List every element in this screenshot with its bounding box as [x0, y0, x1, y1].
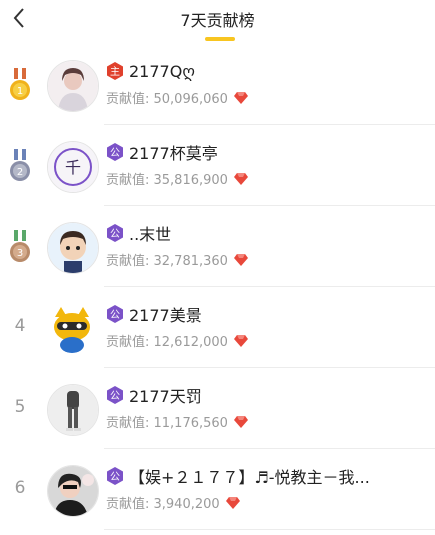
name-line: 主 2177Qღ — [106, 60, 195, 82]
gem-icon — [233, 91, 248, 104]
svg-text:千: 千 — [65, 158, 81, 177]
member-badge-icon: 公 — [107, 143, 123, 161]
gem-icon — [233, 334, 248, 347]
header: 7天贡献榜 — [0, 0, 435, 44]
svg-text:公: 公 — [110, 391, 120, 402]
contribution-value: 贡献值: 35,816,900 — [106, 173, 228, 188]
gem-icon — [233, 415, 248, 428]
member-badge-icon: 公 — [107, 467, 123, 485]
user-name: 【娱+２１７７】♬-悦教主－我... — [129, 468, 370, 487]
gem-icon — [225, 496, 240, 509]
name-line: 公 2177天罚 — [106, 384, 202, 406]
ranking-list: 1 主 2177Qღ 贡献值: 50,096,060 2 千 公 2177杯莫亭… — [0, 44, 435, 530]
svg-text:公: 公 — [110, 310, 120, 321]
avatar[interactable] — [47, 465, 99, 517]
contribution-value: 贡献值: 11,176,560 — [106, 416, 228, 431]
contribution-value: 贡献值: 32,781,360 — [106, 254, 228, 269]
contribution-value: 贡献值: 3,940,200 — [106, 497, 220, 512]
contribution-value: 贡献值: 12,612,000 — [106, 335, 228, 350]
avatar[interactable] — [47, 60, 99, 112]
rank-number: 5 — [14, 397, 26, 417]
list-item[interactable]: 5 公 2177天罚 贡献值: 11,176,560 — [0, 368, 435, 449]
rank-number: 4 — [14, 316, 26, 336]
member-badge-icon: 公 — [107, 386, 123, 404]
bronze-medal-icon: 3 — [10, 230, 30, 262]
contribution: 贡献值: 3,940,200 — [106, 493, 240, 512]
contribution: 贡献值: 32,781,360 — [106, 250, 248, 269]
user-name: 2177Qღ — [129, 61, 195, 81]
svg-text:2: 2 — [17, 167, 23, 178]
page-title: 7天贡献榜 — [180, 11, 255, 30]
gold-medal-icon: 1 — [10, 68, 30, 100]
owner-badge-icon: 主 — [107, 62, 123, 80]
name-line: 公 2177杯莫亭 — [106, 141, 218, 163]
contribution: 贡献值: 50,096,060 — [106, 88, 248, 107]
list-item[interactable]: 3 公 ..末世 贡献值: 32,781,360 — [0, 206, 435, 287]
name-line: 公 【娱+２１７７】♬-悦教主－我... — [106, 465, 370, 487]
contribution: 贡献值: 11,176,560 — [106, 412, 248, 431]
contribution: 贡献值: 35,816,900 — [106, 169, 248, 188]
list-item[interactable]: 2 千 公 2177杯莫亭 贡献值: 35,816,900 — [0, 125, 435, 206]
contribution: 贡献值: 12,612,000 — [106, 331, 248, 350]
tab-indicator — [205, 37, 235, 41]
svg-text:主: 主 — [110, 66, 120, 78]
silver-medal-icon: 2 — [10, 149, 30, 181]
user-name: 2177美景 — [129, 306, 202, 325]
name-line: 公 ..末世 — [106, 222, 171, 244]
svg-text:公: 公 — [110, 148, 120, 159]
user-name: ..末世 — [129, 225, 172, 244]
member-badge-icon: 公 — [107, 305, 123, 323]
svg-text:1: 1 — [17, 86, 23, 97]
name-line: 公 2177美景 — [106, 303, 202, 325]
svg-text:公: 公 — [110, 472, 120, 483]
user-name: 2177天罚 — [129, 387, 202, 406]
avatar[interactable] — [47, 384, 99, 436]
contribution-value: 贡献值: 50,096,060 — [106, 92, 228, 107]
avatar[interactable]: 千 — [47, 141, 99, 193]
user-name: 2177杯莫亭 — [129, 144, 218, 163]
avatar[interactable] — [47, 222, 99, 274]
svg-text:3: 3 — [17, 248, 23, 259]
avatar[interactable] — [47, 303, 97, 353]
svg-text:公: 公 — [110, 229, 120, 240]
list-item[interactable]: 4 公 2177美景 贡献值: 12,612,000 — [0, 287, 435, 368]
gem-icon — [233, 253, 248, 266]
rank-number: 6 — [14, 478, 26, 498]
list-item[interactable]: 6 公 【娱+２１７７】♬-悦教主－我... 贡献值: 3,940,200 — [0, 449, 435, 530]
member-badge-icon: 公 — [107, 224, 123, 242]
gem-icon — [233, 172, 248, 185]
list-item[interactable]: 1 主 2177Qღ 贡献值: 50,096,060 — [0, 44, 435, 125]
